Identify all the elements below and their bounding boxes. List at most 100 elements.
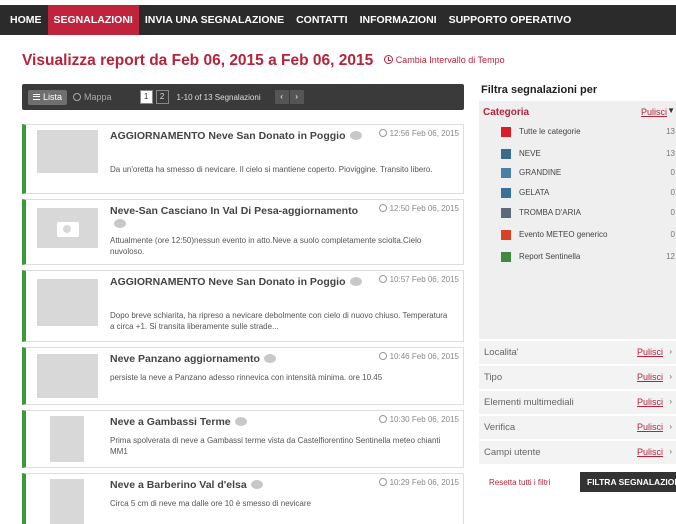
category-label: GELATA (519, 188, 550, 197)
filter-section-label: Campi utente (484, 447, 541, 458)
category-clear-link[interactable]: Pulisci (641, 107, 667, 117)
report-item[interactable]: Neve-San Casciano In Val Di Pesa-aggiorn… (22, 199, 464, 265)
report-time: 10:46 Feb 06, 2015 (378, 352, 459, 361)
nav-supporto-operativo[interactable]: SUPPORTO OPERATIVO (443, 5, 578, 35)
filter-clear-link[interactable]: Pulisci (637, 347, 663, 357)
category-color-icon (501, 127, 511, 137)
nav-invia-segnalazione[interactable]: INVIA UNA SEGNALAZIONE (139, 5, 290, 35)
clock-icon (383, 55, 393, 64)
clock-icon (378, 478, 387, 486)
title-bar: Visualizza report da Feb 06, 2015 a Feb … (22, 52, 662, 72)
filter-section-label: Verifica (484, 422, 516, 433)
nav-segnalazioni[interactable]: SEGNALAZIONI (47, 5, 139, 35)
report-title[interactable]: Neve a Gambassi Terme (110, 416, 372, 429)
filter-title: Filtra segnalazioni per (481, 84, 598, 96)
filter-clear-link[interactable]: Pulisci (637, 447, 663, 457)
comment-icon (250, 480, 263, 489)
next-page-button[interactable]: › (289, 90, 304, 104)
clock-icon (378, 204, 387, 212)
clock-icon (378, 275, 387, 283)
category-item[interactable]: TROMBA D'ARIA 0 (501, 207, 676, 221)
filter-clear-link[interactable]: Pulisci (637, 397, 663, 407)
nav-home[interactable]: HOME (4, 5, 48, 35)
report-photo[interactable] (37, 354, 98, 398)
filter-clear-link[interactable]: Pulisci (637, 372, 663, 382)
page-button-1[interactable]: 1 (139, 90, 153, 104)
reset-filters-link[interactable]: Resetta tutti i filtri (489, 478, 550, 487)
report-photo[interactable] (37, 279, 98, 326)
report-item[interactable]: AGGIORNAMENTO Neve San Donato in Poggio … (22, 270, 464, 342)
nav-contatti[interactable]: CONTATTI (290, 5, 354, 35)
frost-icon (501, 188, 511, 198)
page-button-2[interactable]: 2 (155, 90, 169, 104)
report-time: 10:30 Feb 06, 2015 (378, 415, 459, 424)
category-item[interactable]: Tutte le categorie 13 (501, 126, 676, 140)
filter-section-verifica[interactable]: Verifica Pulisci › (479, 416, 676, 440)
category-label: Report Sentinella (519, 252, 581, 261)
caret-right-icon[interactable]: › (669, 347, 672, 356)
change-interval-link[interactable]: Cambia Intervallo di Tempo (383, 55, 505, 65)
report-description: Dopo breve schiarita, ha ripreso a nevic… (110, 311, 448, 331)
prev-page-button[interactable]: ‹ (274, 90, 289, 104)
category-item[interactable]: GRANDINE 0 (501, 167, 676, 181)
comment-icon (349, 277, 362, 286)
report-title[interactable]: AGGIORNAMENTO Neve San Donato in Poggio (110, 130, 372, 143)
report-item[interactable]: Neve a Gambassi Terme 10:30 Feb 06, 2015… (22, 410, 464, 468)
category-item[interactable]: GELATA 0 (501, 187, 676, 201)
category-label: Evento METEO generico (519, 230, 608, 239)
map-view-button[interactable]: Mappa (73, 92, 112, 102)
filter-section-tipo[interactable]: Tipo Pulisci › (479, 366, 676, 390)
report-item[interactable]: AGGIORNAMENTO Neve San Donato in Poggio … (22, 124, 464, 194)
nav-informazioni[interactable]: INFORMAZIONI (354, 5, 443, 35)
camera-icon (57, 222, 79, 237)
report-time: 12:50 Feb 06, 2015 (378, 204, 459, 213)
category-count: 0 (670, 168, 675, 177)
caret-right-icon[interactable]: › (669, 447, 672, 456)
report-title[interactable]: Neve-San Casciano In Val Di Pesa-aggiorn… (110, 205, 372, 231)
caret-right-icon[interactable]: › (669, 422, 672, 431)
filter-clear-link[interactable]: Pulisci (637, 422, 663, 432)
report-description: Prima spolverata di neve a Gambassi term… (110, 436, 441, 456)
category-count: 0 (670, 208, 675, 217)
report-photo[interactable] (50, 479, 84, 524)
category-count: 13 (666, 127, 675, 136)
report-time: 12:56 Feb 06, 2015 (378, 129, 459, 138)
map-view-label: Mappa (84, 92, 112, 102)
category-item[interactable]: Evento METEO generico 0 (501, 229, 676, 243)
filter-section-campi-utente[interactable]: Campi utente Pulisci › (479, 441, 676, 465)
report-item[interactable]: Neve a Barberino Val d'elsa 10:29 Feb 06… (22, 473, 464, 524)
globe-icon (73, 93, 82, 101)
tornado-icon (501, 208, 511, 218)
report-description: persiste la neve a Panzano adesso rinnev… (110, 373, 383, 382)
list-view-button[interactable]: Lista (28, 89, 68, 105)
report-title[interactable]: Neve a Barberino Val d'elsa (110, 479, 372, 492)
category-label: NEVE (519, 149, 541, 158)
page-title: Visualizza report da Feb 06, 2015 a Feb … (22, 52, 374, 69)
caret-right-icon[interactable]: › (669, 372, 672, 381)
category-item[interactable]: Report Sentinella 12 (501, 251, 676, 265)
caret-down-icon[interactable]: ▼ (667, 106, 675, 115)
filter-section-label: Localita' (484, 347, 519, 358)
category-item[interactable]: NEVE 13 (501, 148, 676, 162)
comment-icon (114, 219, 126, 228)
report-photo[interactable] (50, 416, 84, 462)
caret-right-icon[interactable]: › (669, 397, 672, 406)
report-time: 10:29 Feb 06, 2015 (378, 478, 459, 487)
list-icon (33, 93, 40, 100)
apply-filters-button[interactable]: FILTRA SEGNALAZIONI (580, 472, 676, 492)
report-title[interactable]: AGGIORNAMENTO Neve San Donato in Poggio (110, 276, 372, 289)
filter-section-localita[interactable]: Localita' Pulisci › (479, 341, 676, 365)
change-interval-label: Cambia Intervallo di Tempo (395, 55, 505, 65)
category-label: Tutte le categorie (519, 127, 581, 136)
report-item[interactable]: Neve Panzano aggiornamento 10:46 Feb 06,… (22, 347, 464, 405)
weather-event-icon (501, 230, 511, 240)
report-photo[interactable] (37, 130, 98, 173)
report-description: Attualmente (ore 12:50)nessun evento in … (110, 236, 422, 256)
report-title[interactable]: Neve Panzano aggiornamento (110, 353, 372, 366)
sentinel-icon (501, 252, 511, 262)
results-count: 1-10 of 13 Segnalazioni (176, 92, 261, 102)
filter-section-multimedia[interactable]: Elementi multimediali Pulisci › (479, 391, 676, 415)
snow-icon (501, 149, 511, 159)
category-heading[interactable]: Categoria (483, 107, 529, 118)
category-label: TROMBA D'ARIA (519, 208, 581, 217)
